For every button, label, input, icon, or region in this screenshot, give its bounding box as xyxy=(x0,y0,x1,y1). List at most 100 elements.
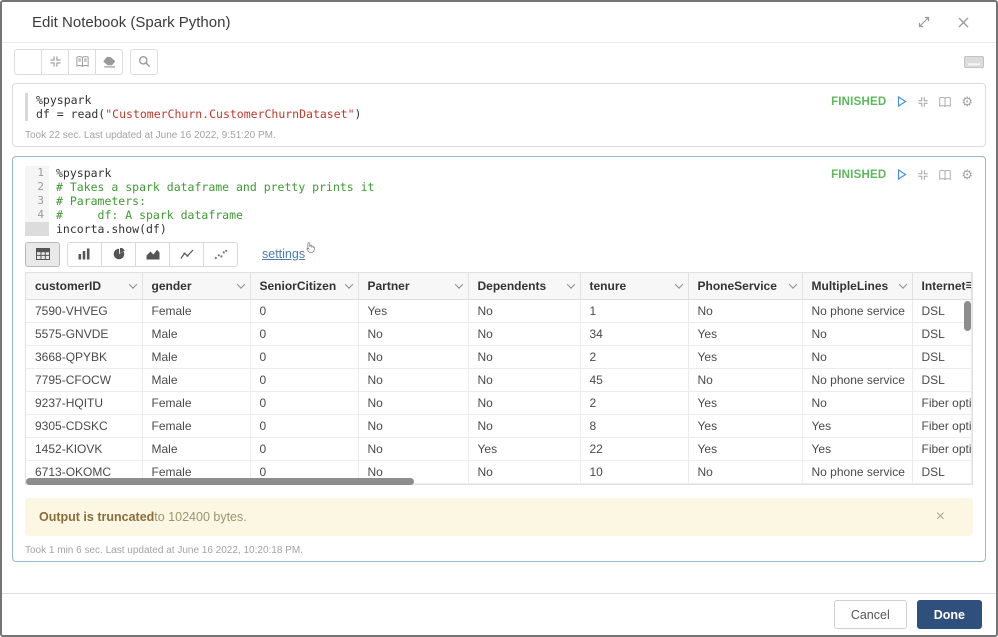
chevron-down-icon[interactable] xyxy=(788,280,797,289)
table-cell: Yes xyxy=(802,414,913,438)
table-cell: 3668-QPYBK xyxy=(26,345,143,369)
chevron-down-icon[interactable] xyxy=(898,280,907,289)
table-cell: No xyxy=(802,345,913,369)
viz-line-chart-button[interactable] xyxy=(169,241,204,267)
table-icon xyxy=(35,248,50,260)
chevron-down-icon[interactable] xyxy=(566,280,575,289)
table-cell: 2 xyxy=(580,345,689,369)
run-paragraph-icon[interactable] xyxy=(895,95,908,108)
table-cell: No xyxy=(468,322,581,346)
chart-type-group xyxy=(67,241,238,267)
code-line: 4 # df: A spark dataframe xyxy=(25,208,375,222)
table-cell: No xyxy=(468,345,581,369)
chevron-down-icon[interactable] xyxy=(674,280,683,289)
column-header-tenure[interactable]: tenure xyxy=(580,273,689,300)
run-paragraph-icon[interactable] xyxy=(895,168,908,181)
expand-resize-icon[interactable] xyxy=(917,15,931,29)
gear-icon[interactable]: ⚙ xyxy=(961,95,973,108)
search-button[interactable] xyxy=(130,48,158,75)
table-cell: 8 xyxy=(580,414,689,438)
run-all-button[interactable] xyxy=(14,48,42,75)
chevron-down-icon[interactable] xyxy=(454,280,463,289)
table-cell: 1452-KIOVK xyxy=(26,437,143,461)
warning-bold-text: Output is truncated xyxy=(39,509,155,524)
column-header-Partner[interactable]: Partner xyxy=(358,273,469,300)
table-cell: 0 xyxy=(250,414,359,438)
column-header-Internet[interactable]: Internet≡ xyxy=(912,273,972,300)
result-table-container: customerID gender SeniorCitizen Partner Depe… xyxy=(25,272,973,485)
table-cell: No xyxy=(688,368,803,392)
keyboard-shortcuts-icon[interactable] xyxy=(964,55,984,68)
table-cell: Male xyxy=(142,437,251,461)
chevron-down-icon[interactable] xyxy=(128,280,137,289)
column-header-customerID[interactable]: customerID xyxy=(26,273,143,300)
table-cell: DSL xyxy=(912,299,972,323)
table-cell: 0 xyxy=(250,345,359,369)
column-header-Dependents[interactable]: Dependents xyxy=(468,273,581,300)
status-badge: FINISHED xyxy=(831,168,887,181)
table-cell: No xyxy=(358,414,469,438)
column-label: gender xyxy=(151,278,192,293)
table-cell: 10 xyxy=(580,460,689,484)
vertical-scrollbar[interactable] xyxy=(964,301,971,331)
table-cell: Male xyxy=(142,322,251,346)
table-cell: No xyxy=(802,322,913,346)
line-number: 3 xyxy=(25,194,49,208)
code-editor-cell1[interactable]: %pyspark df = read("CustomerChurn.Custome… xyxy=(25,93,361,121)
code-line: %pyspark xyxy=(36,93,92,107)
code-line: 2 # Takes a spark dataframe and pretty pr… xyxy=(25,180,375,194)
close-icon[interactable] xyxy=(957,16,970,29)
book-icon[interactable] xyxy=(938,96,952,108)
done-button[interactable]: Done xyxy=(916,600,982,629)
viz-bar-chart-button[interactable] xyxy=(67,241,102,267)
settings-link[interactable]: settings xyxy=(262,247,305,261)
collapse-all-button[interactable] xyxy=(41,48,69,75)
chevron-down-icon[interactable] xyxy=(236,280,245,289)
table-cell: Yes xyxy=(802,437,913,461)
column-header-gender[interactable]: gender xyxy=(142,273,251,300)
collapse-paragraph-icon[interactable] xyxy=(917,169,929,181)
table-cell: 45 xyxy=(580,368,689,392)
cancel-button[interactable]: Cancel xyxy=(833,600,907,629)
line-chart-icon xyxy=(179,249,193,259)
table-cell: Yes xyxy=(358,299,469,323)
table-cell: Male xyxy=(142,345,251,369)
clear-output-button[interactable] xyxy=(95,48,123,75)
code-line: incorta.show(df) xyxy=(25,222,375,236)
viz-area-chart-button[interactable] xyxy=(135,241,170,267)
column-header-PhoneService[interactable]: PhoneService xyxy=(688,273,803,300)
column-header-MultipleLines[interactable]: MultipleLines xyxy=(802,273,913,300)
viz-scatter-chart-button[interactable] xyxy=(203,241,238,267)
status-badge: FINISHED xyxy=(831,95,887,108)
chevron-down-icon[interactable] xyxy=(344,280,353,289)
horizontal-scrollbar[interactable] xyxy=(26,477,414,485)
table-cell: 1 xyxy=(580,299,689,323)
gear-icon[interactable]: ⚙ xyxy=(961,168,973,181)
viz-table-button[interactable] xyxy=(25,241,60,267)
column-label: Partner xyxy=(367,278,410,293)
notebook-book-button[interactable] xyxy=(68,48,96,75)
table-cell: 9305-CDSKC xyxy=(26,414,143,438)
table-cell: DSL xyxy=(912,322,972,346)
pie-chart-icon xyxy=(113,248,125,260)
output-truncated-warning: Output is truncated to 102400 bytes. × xyxy=(25,497,973,536)
warning-close-icon[interactable]: × xyxy=(936,508,959,524)
table-cell: DSL xyxy=(912,460,972,484)
eraser-icon xyxy=(103,56,116,65)
notebook-cells: %pyspark df = read("CustomerChurn.Custome… xyxy=(2,80,996,593)
notebook-actions-group xyxy=(14,48,123,75)
column-header-SeniorCitizen[interactable]: SeniorCitizen xyxy=(250,273,359,300)
warning-rest-text: to 102400 bytes. xyxy=(154,509,247,524)
viz-pie-chart-button[interactable] xyxy=(101,241,136,267)
code-editor-cell2[interactable]: 1 %pyspark 2 # Takes a spark dataframe and … xyxy=(25,166,375,236)
table-row: 7795-CFOCW Male 0 No No 45 No No phone service D… xyxy=(26,368,972,392)
column-label: customerID xyxy=(35,278,102,293)
column-label: tenure xyxy=(589,278,627,293)
table-cell: 5575-GNVDE xyxy=(26,322,143,346)
collapse-paragraph-icon[interactable] xyxy=(917,96,929,108)
table-row: 7590-VHVEG Female 0 Yes No 1 No No phone servic… xyxy=(26,299,972,323)
column-menu-icon[interactable]: ≡ xyxy=(966,278,971,293)
table-cell: 7590-VHVEG xyxy=(26,299,143,323)
area-chart-icon xyxy=(146,249,159,259)
book-icon[interactable] xyxy=(938,169,952,181)
